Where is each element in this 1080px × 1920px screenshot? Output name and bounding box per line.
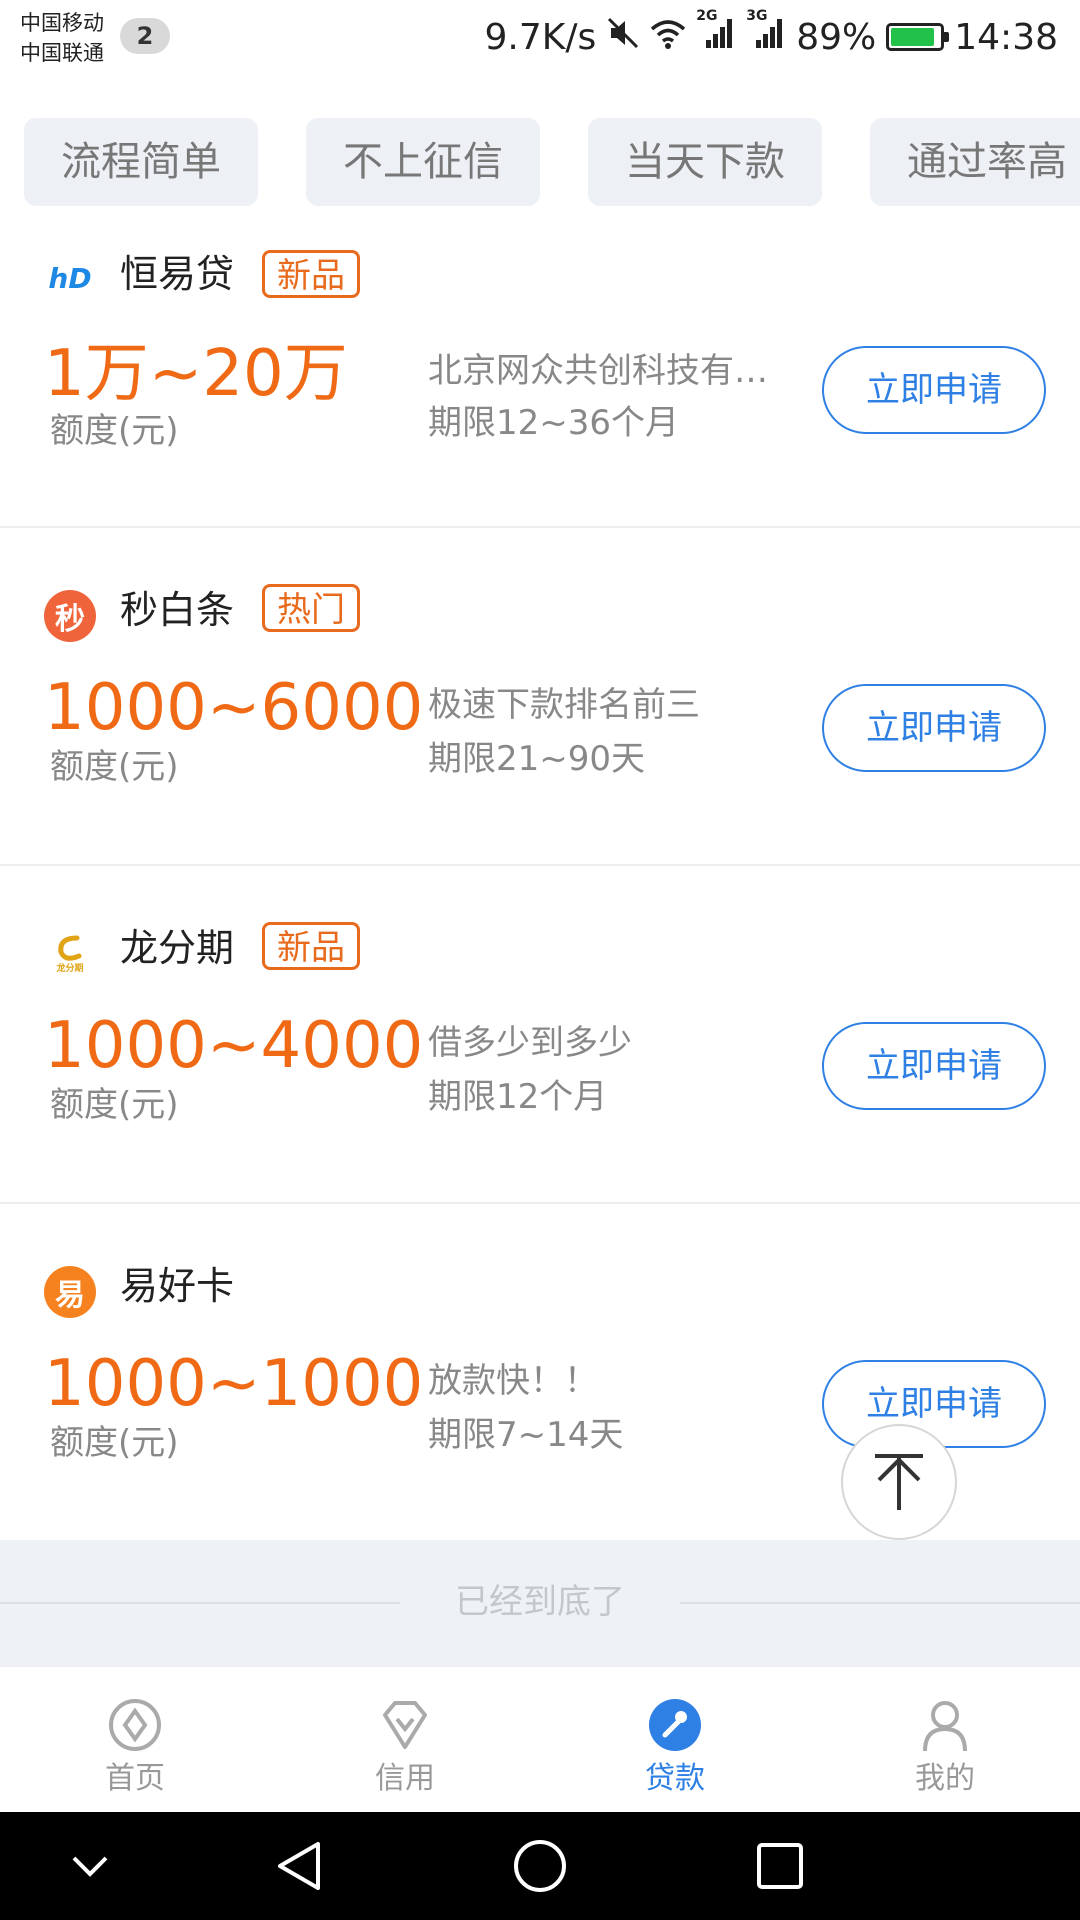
back-triangle-icon bbox=[278, 1842, 320, 1890]
tab-label: 贷款 bbox=[645, 1761, 705, 1796]
loan-term: 期限12个月 bbox=[428, 1077, 608, 1117]
loan-term: 期限7~14天 bbox=[428, 1415, 624, 1455]
product-description: 北京网众共创科技有限公司 bbox=[428, 351, 788, 391]
chevron-down-icon bbox=[72, 1856, 108, 1877]
network-type-1: 2G bbox=[696, 7, 718, 24]
back-to-top-button[interactable] bbox=[841, 1424, 957, 1540]
tag-high-approval[interactable]: 通过率高 bbox=[870, 118, 1080, 206]
product-name: 秒白条 bbox=[120, 588, 235, 632]
tab-label: 首页 bbox=[105, 1761, 165, 1796]
loan-term: 期限12~36个月 bbox=[428, 403, 680, 443]
square-icon bbox=[757, 1843, 803, 1889]
product-name: 龙分期 bbox=[120, 926, 235, 970]
user-icon bbox=[923, 1701, 967, 1752]
product-badge: 热门 bbox=[262, 584, 360, 632]
product-card[interactable]: 龙分期 龙分期 新品 1000~4000 额度(元) 借多少到多少 期限12个月… bbox=[0, 866, 1080, 1204]
tag-simple-process[interactable]: 流程简单 bbox=[24, 118, 258, 206]
signal-icon: 3G bbox=[746, 8, 786, 59]
tab-label: 我的 bbox=[915, 1761, 975, 1796]
tab-label: 信用 bbox=[375, 1761, 435, 1796]
product-card[interactable]: 秒 秒白条 热门 1000~6000 额度(元) 极速下款排名前三 期限21~9… bbox=[0, 528, 1080, 866]
product-description: 借多少到多少 bbox=[428, 1023, 632, 1063]
status-bar: 中国移动 中国联通 2 9.7K/s 2G 3G 89% 14:38 bbox=[0, 0, 1080, 72]
wifi-icon bbox=[650, 17, 686, 58]
loan-amount: 1万~20万 bbox=[44, 337, 348, 411]
loan-amount: 1000~6000 bbox=[44, 671, 424, 745]
status-indicators: 9.7K/s 2G 3G 89% 14:38 bbox=[484, 8, 1058, 62]
tag-same-day-loan[interactable]: 当天下款 bbox=[588, 118, 822, 206]
loan-amount: 1000~1000 bbox=[44, 1347, 424, 1421]
tab-credit[interactable]: 信用 bbox=[270, 1667, 540, 1813]
system-navigation-bar bbox=[0, 1812, 1080, 1920]
battery-fill bbox=[891, 28, 934, 46]
product-badge: 新品 bbox=[262, 922, 360, 970]
end-of-list-notice: 已经到底了 bbox=[0, 1540, 1080, 1666]
hide-nav-button[interactable] bbox=[58, 1834, 122, 1898]
home-icon bbox=[109, 1699, 161, 1751]
battery-percent: 89% bbox=[796, 16, 877, 58]
tag-filter-strip[interactable]: 流程简单 不上征信 当天下款 通过率高 bbox=[0, 118, 1080, 206]
amount-label: 额度(元) bbox=[50, 747, 179, 787]
recent-apps-button[interactable] bbox=[748, 1834, 812, 1898]
product-description: 极速下款排名前三 bbox=[428, 685, 700, 725]
tab-loan[interactable]: 贷款 bbox=[540, 1667, 810, 1813]
tab-home[interactable]: 首页 bbox=[0, 1667, 270, 1813]
loan-amount: 1000~4000 bbox=[44, 1009, 424, 1083]
clock: 14:38 bbox=[954, 16, 1058, 58]
carrier-1: 中国移动 bbox=[20, 11, 104, 35]
product-name: 易好卡 bbox=[120, 1264, 235, 1308]
product-card[interactable]: hD 恒易贷 新品 1万~20万 额度(元) 北京网众共创科技有限公司 期限12… bbox=[0, 210, 1080, 528]
carrier-labels: 中国移动 中国联通 bbox=[20, 8, 104, 68]
product-badge: 新品 bbox=[262, 250, 360, 298]
apply-now-button[interactable]: 立即申请 bbox=[822, 346, 1046, 434]
network-type-2: 3G bbox=[746, 7, 768, 24]
back-button[interactable] bbox=[268, 1834, 332, 1898]
diamond-icon bbox=[383, 1701, 427, 1749]
amount-label: 额度(元) bbox=[50, 1423, 179, 1463]
apply-now-button[interactable]: 立即申请 bbox=[822, 684, 1046, 772]
longfenqi-logo-icon: 龙分期 bbox=[44, 928, 96, 980]
battery-icon bbox=[886, 23, 950, 51]
mute-icon bbox=[606, 16, 640, 59]
loan-icon bbox=[649, 1699, 701, 1751]
signal-icon: 2G bbox=[696, 8, 736, 59]
hengyidai-logo-icon: hD bbox=[44, 252, 96, 304]
home-button[interactable] bbox=[508, 1834, 572, 1898]
yihaoka-logo-icon: 易 bbox=[44, 1266, 96, 1318]
product-name: 恒易贷 bbox=[120, 252, 235, 296]
end-of-list-text: 已经到底了 bbox=[455, 1582, 625, 1622]
amount-label: 额度(元) bbox=[50, 1085, 179, 1125]
product-description: 放款快！！ bbox=[428, 1361, 598, 1401]
carrier-2: 中国联通 bbox=[20, 41, 104, 65]
arrow-up-icon bbox=[875, 1454, 923, 1510]
tag-no-credit-check[interactable]: 不上征信 bbox=[306, 118, 540, 206]
tab-mine[interactable]: 我的 bbox=[810, 1667, 1080, 1813]
network-speed: 9.7K/s bbox=[484, 16, 597, 58]
notification-count-badge: 2 bbox=[120, 18, 170, 54]
miaobaitiao-logo-icon: 秒 bbox=[44, 590, 96, 642]
apply-now-button[interactable]: 立即申请 bbox=[822, 1022, 1046, 1110]
bottom-tab-bar: 首页 信用 贷款 我的 bbox=[0, 1666, 1080, 1813]
amount-label: 额度(元) bbox=[50, 411, 179, 451]
home-circle-icon bbox=[514, 1840, 566, 1892]
loan-term: 期限21~90天 bbox=[428, 739, 646, 779]
